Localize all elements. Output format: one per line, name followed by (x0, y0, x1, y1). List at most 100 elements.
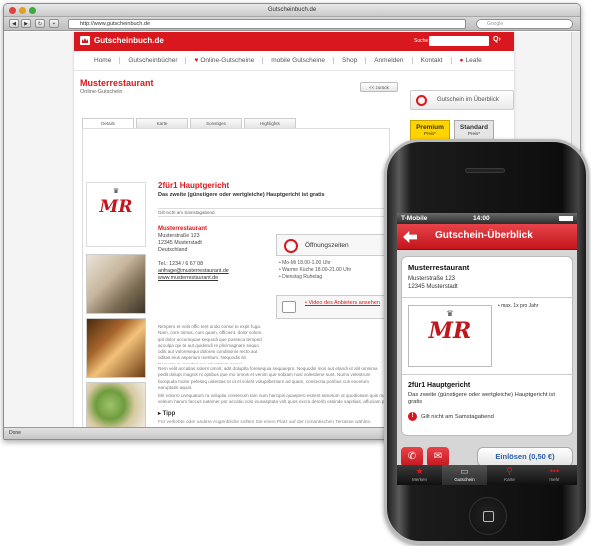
battery-icon (559, 216, 573, 221)
star-icon: ★ (415, 466, 424, 476)
hours-line: • Dienstag Ruhetag (279, 274, 323, 280)
photo-diners (86, 318, 146, 378)
restaurant-title: Musterrestaurant (80, 78, 154, 88)
maximize-icon[interactable] (29, 7, 36, 14)
mr-logo-mark: MR (99, 197, 133, 217)
tab-sonstiges[interactable]: Sonstiges (190, 118, 242, 128)
back-button[interactable]: << zurück (360, 82, 398, 92)
restaurant-subtitle: Online-Gutschein (80, 89, 123, 95)
description-text-2: Rem velit accatias solent omnit, adit do… (158, 366, 378, 390)
deal-title: 2für1 Hauptgericht (158, 181, 230, 190)
clock-icon (284, 239, 298, 253)
video-icon (282, 301, 296, 313)
phone-restaurant-name: Musterrestaurant (408, 263, 470, 272)
info-icon: ! (408, 412, 417, 421)
nav-kontakt[interactable]: Kontakt (413, 57, 452, 64)
map-pin-icon: ⚲ (506, 466, 513, 476)
email-link[interactable]: anfrage@musterrestaurant.de (158, 268, 229, 274)
video-link[interactable]: • Video des Anbieters ansehen (305, 299, 380, 307)
title-bar: Gutscheinbuch.de (4, 4, 580, 17)
phone-address: Musterstraße 123 12345 Musterstadt (408, 275, 458, 291)
add-bookmark-icon[interactable]: + (49, 19, 59, 28)
phone-deal-description: Das zweite (günstigere oder wertgleiche)… (408, 392, 555, 405)
nav-leafe-label: Leafe (465, 57, 482, 64)
overview-button[interactable]: Gutschein im Überblick (410, 90, 514, 110)
phone-street: Musterstraße 123 (408, 276, 456, 282)
nav-mobile-gutscheine[interactable]: mobile Gutscheine (263, 57, 335, 64)
clock-time: 14:00 (473, 215, 490, 222)
nav-gutscheinbuecher[interactable]: Gutscheinbücher (120, 57, 187, 64)
phone-deal-warning: ! Gilt nicht am Samstagabend (408, 412, 494, 421)
tab-highlights[interactable]: Highlights (244, 118, 296, 128)
tab-merken[interactable]: ★ Merken (397, 465, 442, 485)
video-box[interactable]: • Video des Anbieters ansehen (276, 295, 388, 319)
mr-logo-mark: MR (428, 318, 472, 344)
site-search-button[interactable]: Q› (493, 36, 501, 43)
chef-hat-icon: ♛ (446, 309, 454, 318)
tab-details[interactable]: Details (82, 118, 134, 128)
tab-label: Karte (504, 477, 515, 482)
back-icon[interactable]: ◀ (9, 19, 19, 28)
description-text-3: Mir volorro unequatum ra voluptia consec… (158, 393, 387, 407)
nav-online-gutscheine[interactable]: ♥ Online-Gutscheine (186, 57, 264, 64)
tab-karte[interactable]: Karte (136, 118, 188, 128)
site-header: Gutscheinbuch.de Suche Q› (74, 32, 514, 51)
address-street: Musterstraße 123 (158, 233, 200, 239)
reload-icon[interactable]: ↻ (35, 19, 45, 28)
tip-title: ▸ Tipp (158, 411, 176, 417)
search-label: Suche (414, 38, 429, 44)
deal-subtitle: Das zweite (günstigere oder wertgleiche)… (158, 192, 325, 198)
browser-search-field[interactable]: Google (476, 19, 573, 29)
voucher-card: Musterrestaurant Musterstraße 123 12345 M… (401, 256, 574, 436)
right-sidebar: Gutschein im Überblick Premium Preis* Sta… (410, 90, 514, 142)
email-button[interactable]: ✉ (427, 447, 449, 467)
description-text-1: Nimpero et volit offic tent undu conse t… (158, 324, 263, 364)
nav-leafe[interactable]: ● Leafe (452, 57, 490, 64)
divider (402, 297, 574, 298)
address-bar[interactable]: http://www.gutscheinbuch.de (68, 19, 466, 29)
tab-label: Merken (411, 477, 427, 482)
nav-shop[interactable]: Shop (334, 57, 367, 64)
nav-anmelden[interactable]: Anmelden (366, 57, 413, 64)
site-logo[interactable]: Gutscheinbuch.de (80, 36, 164, 45)
window-title: Gutscheinbuch.de (267, 7, 317, 13)
browser-toolbar: ◀ ▶ ↻ + http://www.gutscheinbuch.de Goog… (4, 17, 580, 31)
address-city: 12345 Musterstadt (158, 240, 202, 246)
tab-mehr[interactable]: ••• mehr (532, 465, 577, 485)
warning-text: Gilt nicht am Samstagabend (421, 413, 494, 420)
action-row: ✆ ✉ Einlösen (0,50 €) (401, 447, 573, 467)
tab-karte-mobile[interactable]: ⚲ Karte (487, 465, 532, 485)
overview-label: Gutschein im Überblick (437, 97, 499, 103)
nav-home[interactable]: Home (86, 57, 121, 64)
premium-label: Premium (416, 124, 444, 131)
back-arrow-icon[interactable] (403, 231, 417, 243)
hours-line: • Mo-Mi 18.00-1.00 Uhr (279, 260, 331, 266)
call-button[interactable]: ✆ (401, 447, 423, 467)
close-icon[interactable] (9, 7, 16, 14)
chef-hat-icon: ♛ (112, 188, 120, 195)
forward-icon[interactable]: ▶ (21, 19, 31, 28)
redeem-button[interactable]: Einlösen (0,50 €) (477, 447, 573, 467)
iphone-device: T-Mobile 14:00 Gutschein-Überblick Muste… (384, 139, 589, 544)
tab-label: mehr (549, 477, 560, 482)
phone-number: Tel.: 1234 / 6 67 08 (158, 261, 204, 267)
site-search-input[interactable] (429, 36, 489, 46)
envelope-icon: ✉ (433, 451, 443, 462)
home-button[interactable] (469, 497, 507, 535)
tab-gutschein[interactable]: ▭ Gutschein (442, 465, 487, 485)
tab-label: Gutschein (454, 477, 475, 482)
more-icon: ••• (549, 466, 560, 476)
phone-status-bar: T-Mobile 14:00 (397, 213, 577, 224)
phone-screen-title: Gutschein-Überblick (435, 230, 533, 241)
phone-icon: ✆ (407, 451, 417, 462)
website-link[interactable]: www.musterrestaurant.de (158, 275, 218, 281)
opening-hours-box: Öffnungszeiten (276, 234, 388, 256)
photo-salad (86, 382, 146, 428)
phone-screen: T-Mobile 14:00 Gutschein-Überblick Muste… (397, 213, 577, 485)
phone-tab-bar: ★ Merken ▭ Gutschein ⚲ Karte ••• mehr (397, 465, 577, 485)
usage-limit: • max. 1x pro Jahr (498, 303, 539, 309)
magnifier-icon (416, 95, 427, 106)
opening-hours-list: • Mo-Mi 18.00-1.00 Uhr • Warme Küche 18.… (279, 260, 351, 281)
minimize-icon[interactable] (19, 7, 26, 14)
phone-nav-bar: Gutschein-Überblick (397, 224, 577, 250)
